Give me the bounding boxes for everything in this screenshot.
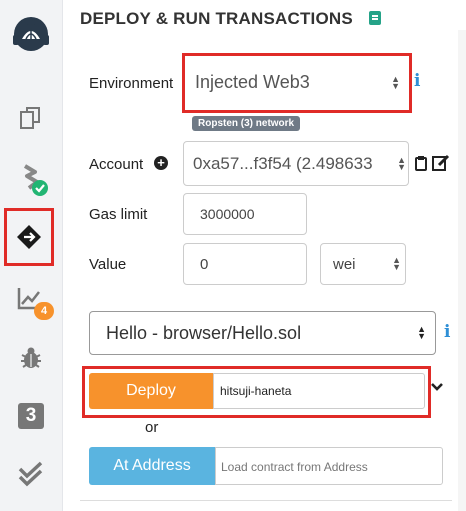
compiler-icon — [23, 164, 48, 196]
sidebar-item-analysis[interactable]: 4 — [0, 280, 62, 320]
environment-label: Environment — [89, 75, 174, 92]
environment-info-icon[interactable]: i — [414, 71, 420, 91]
deploy-button[interactable]: Deploy — [89, 373, 213, 409]
contract-select-value: Hello - browser/Hello.sol — [106, 323, 302, 343]
environment-select[interactable]: Injected Web3 ▲ ▼ — [188, 59, 406, 107]
documentation-icon[interactable] — [369, 11, 381, 25]
gas-limit-value: 3000000 — [200, 206, 255, 222]
value-input[interactable]: 0 — [183, 243, 307, 285]
analysis-badge: 4 — [34, 302, 54, 320]
at-address-button[interactable]: At Address — [89, 447, 215, 485]
remix-logo-icon — [13, 17, 49, 51]
select-arrows-icon: ▲ ▼ — [392, 255, 401, 272]
value-unit-select[interactable]: wei ▲ ▼ — [320, 243, 406, 285]
sidebar-item-deploy-run[interactable] — [4, 208, 54, 266]
at-address-input[interactable]: Load contract from Address — [215, 447, 443, 485]
icon-sidebar: 4 3 — [0, 0, 63, 511]
deploy-args-value: hitsuji-haneta — [220, 384, 292, 398]
environment-select-value: Injected Web3 — [195, 72, 310, 92]
contract-select[interactable]: Hello - browser/Hello.sol ▲ ▼ — [89, 311, 436, 355]
sidebar-item-debugger[interactable] — [0, 338, 62, 378]
scrollbar[interactable] — [458, 30, 466, 511]
copy-icon[interactable] — [414, 155, 428, 171]
sidebar-item-file-explorer[interactable] — [0, 98, 62, 138]
value-amount: 0 — [200, 256, 209, 273]
select-arrows-icon: ▲ ▼ — [395, 155, 406, 172]
page-title: DEPLOY & RUN TRANSACTIONS — [80, 9, 353, 28]
at-address-placeholder: Load contract from Address — [221, 460, 368, 474]
value-label: Value — [89, 256, 127, 273]
edit-icon[interactable] — [432, 154, 450, 171]
or-label: or — [145, 419, 159, 436]
deploy-run-icon — [17, 225, 41, 249]
contract-info-icon[interactable]: i — [444, 322, 450, 342]
section-divider — [80, 500, 452, 501]
deploy-run-panel: DEPLOY & RUN TRANSACTIONS Environment In… — [62, 0, 466, 511]
sidebar-item-plugin[interactable]: 3 — [0, 396, 62, 436]
account-select[interactable]: 0xa57...f3f54 (2.498633 ▲ ▼ — [183, 141, 409, 186]
debugger-icon — [21, 347, 41, 368]
chevron-down-icon[interactable] — [430, 382, 444, 392]
double-check-icon — [18, 461, 43, 487]
select-arrows-icon: ▲ ▼ — [417, 324, 426, 341]
account-select-value: 0xa57...f3f54 (2.498633 — [193, 154, 373, 173]
sidebar-item-compiler[interactable] — [0, 158, 62, 198]
deploy-args-input[interactable]: hitsuji-haneta — [213, 373, 425, 409]
remix-logo[interactable] — [0, 6, 62, 62]
account-label: Account — [89, 156, 144, 173]
value-unit: wei — [333, 256, 356, 273]
gas-limit-label: Gas limit — [89, 206, 148, 223]
select-arrows-icon: ▲ ▼ — [391, 74, 400, 91]
plugin-icon: 3 — [18, 403, 44, 429]
sidebar-item-test[interactable] — [0, 454, 62, 494]
gas-limit-input[interactable]: 3000000 — [183, 193, 307, 235]
file-explorer-icon — [20, 107, 40, 129]
add-account-icon[interactable]: + — [154, 156, 168, 170]
network-badge: Ropsten (3) network — [192, 116, 301, 131]
